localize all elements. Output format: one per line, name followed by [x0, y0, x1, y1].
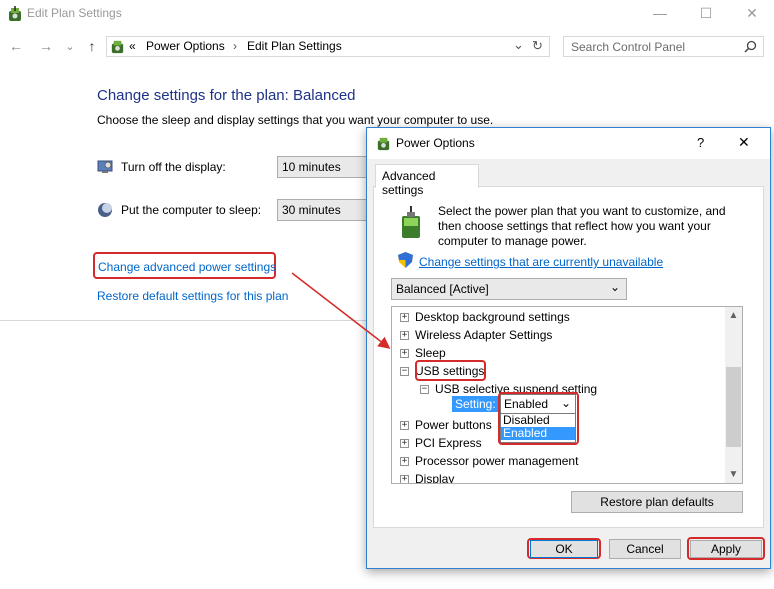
- sleep-label: Put the computer to sleep:: [121, 203, 262, 217]
- minimize-button[interactable]: —: [637, 0, 683, 26]
- restore-plan-defaults-button[interactable]: Restore plan defaults: [571, 491, 743, 513]
- display-timeout-dropdown[interactable]: 10 minutes: [277, 156, 377, 178]
- page-subtitle: Choose the sleep and display settings th…: [97, 113, 494, 127]
- up-button[interactable]: ↑: [82, 36, 102, 56]
- breadcrumb-power-options[interactable]: Power Options: [146, 39, 225, 53]
- power-options-icon: [111, 40, 124, 54]
- search-icon[interactable]: [744, 40, 757, 53]
- tree-item-wireless-adapter[interactable]: + Wireless Adapter Settings: [400, 326, 552, 344]
- collapse-icon[interactable]: −: [420, 384, 429, 394]
- power-options-dialog: Power Options ? ✕ Advanced settings Sele…: [366, 127, 771, 569]
- setting-label-selected: Setting:: [452, 396, 499, 412]
- window-titlebar: Edit Plan Settings — ☐ ✕: [0, 0, 774, 28]
- expand-icon[interactable]: +: [400, 474, 409, 483]
- uac-shield-icon: [398, 252, 413, 268]
- turn-off-display-label: Turn off the display:: [121, 160, 226, 174]
- divider: [0, 320, 368, 321]
- refresh-icon[interactable]: ↻: [532, 38, 543, 54]
- tree-item-display[interactable]: + Display: [400, 470, 454, 483]
- forward-button[interactable]: →: [36, 36, 56, 56]
- address-overflow[interactable]: «: [129, 39, 136, 53]
- chevron-down-icon: ⌄: [609, 280, 620, 294]
- breadcrumb-edit-plan-settings[interactable]: Edit Plan Settings: [247, 39, 342, 53]
- apply-button[interactable]: Apply: [690, 540, 762, 558]
- tree-item-pci-express[interactable]: + PCI Express: [400, 434, 482, 452]
- annotation-highlight: [498, 392, 579, 445]
- cancel-button[interactable]: Cancel: [609, 539, 681, 559]
- scrollbar-thumb[interactable]: [726, 367, 741, 447]
- expand-icon[interactable]: +: [400, 420, 409, 430]
- dialog-intro-text: Select the power plan that you want to c…: [438, 204, 726, 248]
- close-button[interactable]: ✕: [729, 0, 774, 26]
- tree-item-processor-power[interactable]: + Processor power management: [400, 452, 578, 470]
- expand-icon[interactable]: +: [400, 348, 409, 358]
- help-button[interactable]: ?: [697, 135, 704, 150]
- power-plan-value: Balanced [Active]: [396, 282, 489, 296]
- dialog-title: Power Options: [396, 136, 475, 150]
- ok-button[interactable]: OK: [530, 540, 598, 558]
- sleep-timeout-dropdown[interactable]: 30 minutes: [277, 199, 377, 221]
- power-plan-dropdown[interactable]: Balanced [Active] ⌄: [391, 278, 627, 300]
- collapse-icon[interactable]: −: [400, 366, 409, 376]
- tree-item-desktop-background[interactable]: + Desktop background settings: [400, 308, 570, 326]
- monitor-icon: [97, 160, 113, 173]
- chevron-down-icon[interactable]: ⌄: [513, 37, 524, 53]
- back-button[interactable]: ←: [6, 36, 26, 56]
- tab-advanced-settings[interactable]: Advanced settings: [375, 164, 479, 197]
- scroll-down-icon[interactable]: ▼: [725, 466, 742, 483]
- expand-icon[interactable]: +: [400, 312, 409, 322]
- page-title: Change settings for the plan: Balanced: [97, 87, 356, 104]
- dialog-titlebar: Power Options ? ✕: [367, 128, 770, 159]
- breadcrumb-separator: ›: [233, 39, 237, 53]
- recent-locations-button[interactable]: ⌄: [60, 36, 80, 56]
- battery-plug-icon: [402, 206, 420, 238]
- scroll-up-icon[interactable]: ▲: [725, 307, 742, 324]
- address-bar[interactable]: « Power Options › Edit Plan Settings ⌄ ↻: [106, 36, 550, 57]
- power-options-icon: [9, 6, 21, 21]
- dialog-close-button[interactable]: ✕: [738, 134, 750, 151]
- expand-icon[interactable]: +: [400, 438, 409, 448]
- moon-icon: [98, 203, 112, 217]
- expand-icon[interactable]: +: [400, 330, 409, 340]
- maximize-button[interactable]: ☐: [683, 0, 729, 26]
- expand-icon[interactable]: +: [400, 456, 409, 466]
- annotation-highlight: [415, 360, 486, 381]
- restore-default-settings-link[interactable]: Restore default settings for this plan: [97, 289, 288, 303]
- change-unavailable-settings-link[interactable]: Change settings that are currently unava…: [419, 255, 663, 269]
- power-options-icon: [377, 137, 390, 151]
- tree-item-power-buttons[interactable]: + Power buttons: [400, 416, 492, 434]
- search-input[interactable]: Search Control Panel: [563, 36, 764, 57]
- change-advanced-power-settings-link[interactable]: Change advanced power settings: [98, 260, 276, 274]
- settings-tree[interactable]: + Desktop background settings + Wireless…: [391, 306, 743, 484]
- tree-scrollbar[interactable]: ▲ ▼: [725, 307, 742, 483]
- search-placeholder: Search Control Panel: [571, 40, 686, 54]
- window-title: Edit Plan Settings: [27, 6, 122, 20]
